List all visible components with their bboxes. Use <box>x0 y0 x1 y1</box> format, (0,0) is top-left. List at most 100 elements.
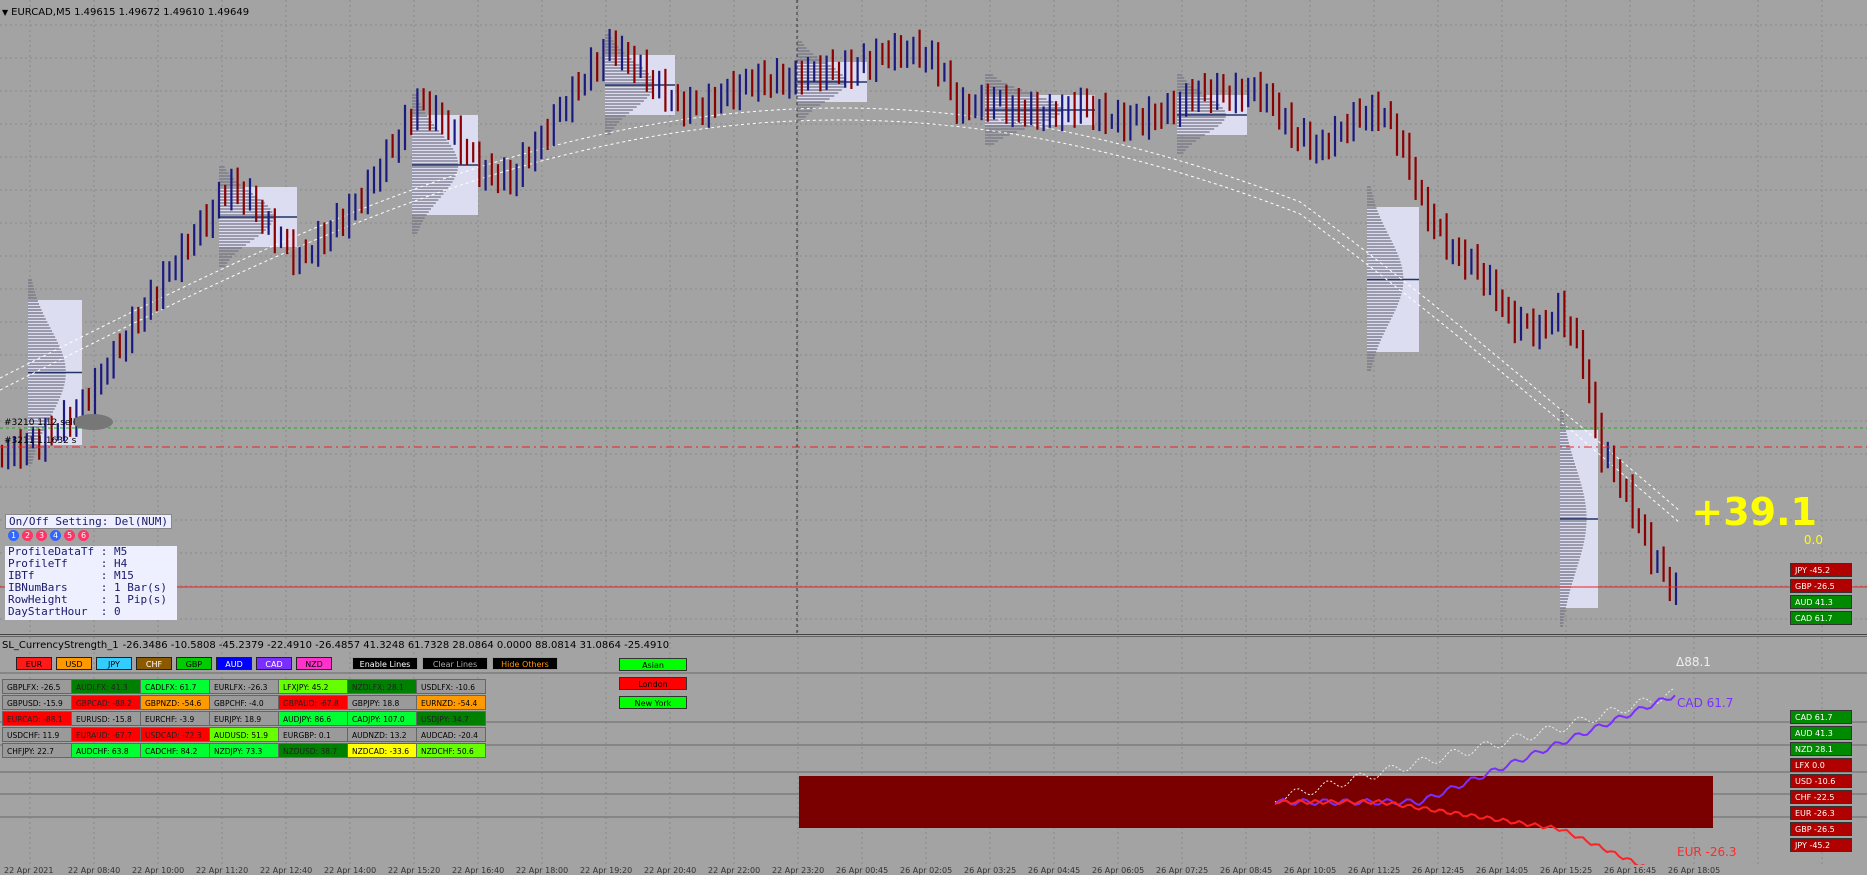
profile-dot-5[interactable]: 5 <box>64 530 75 541</box>
pair-cell[interactable]: GBPLFX: -26.5 <box>2 679 72 694</box>
pair-cell[interactable]: AUDLFX: 41.3 <box>71 679 141 694</box>
profile-dot-1[interactable]: 1 <box>8 530 19 541</box>
pair-cell[interactable]: AUDJPY: 86.6 <box>278 711 348 726</box>
time-axis: 22 Apr 2021 22 Apr 08:40 22 Apr 10:00 22 Ap… <box>0 866 1867 875</box>
control-button-2[interactable]: Hide Others <box>492 657 558 670</box>
pair-cell[interactable]: CADCHF: 84.2 <box>140 743 210 758</box>
pair-cell[interactable]: LFXJPY: 45.2 <box>278 679 348 694</box>
pair-cell[interactable]: CADLFX: 61.7 <box>140 679 210 694</box>
control-button-1[interactable]: Clear Lines <box>422 657 488 670</box>
pair-cell[interactable]: EURNZD: -54.4 <box>416 695 486 710</box>
pair-cell[interactable]: NZDCAD: -33.6 <box>347 743 417 758</box>
currency-button-eur[interactable]: EUR <box>16 657 52 670</box>
cad-line-label: CAD 61.7 <box>1677 696 1734 710</box>
pair-cell[interactable]: CADJPY: 107.0 <box>347 711 417 726</box>
sub-strength-box: JPY -45.2 <box>1790 838 1852 852</box>
indicator-name: SL_CurrencyStrength_1 <box>2 640 119 651</box>
time-label: 22 Apr 14:00 <box>324 866 377 875</box>
profile-dot-3[interactable]: 3 <box>36 530 47 541</box>
sub-strength-box: EUR -26.3 <box>1790 806 1852 820</box>
market-profiles <box>28 34 1598 627</box>
time-label: 26 Apr 00:45 <box>836 866 889 875</box>
currency-button-nzd[interactable]: NZD <box>296 657 332 670</box>
profile-dot-6[interactable]: 6 <box>78 530 89 541</box>
pair-cell[interactable]: CHFJPY: 22.7 <box>2 743 72 758</box>
setting-line: DayStartHour : 0 <box>8 605 121 618</box>
pair-cell[interactable]: EURJPY: 18.9 <box>209 711 279 726</box>
pair-cell[interactable]: EURAUD: -67.7 <box>71 727 141 742</box>
price-chart[interactable] <box>0 0 1867 634</box>
pair-cell[interactable]: USDCAD: -72.3 <box>140 727 210 742</box>
time-label: 26 Apr 18:05 <box>1668 866 1721 875</box>
currency-button-usd[interactable]: USD <box>56 657 92 670</box>
pair-cell[interactable]: NZDLFX: 28.1 <box>347 679 417 694</box>
pair-cell[interactable]: AUDCAD: -20.4 <box>416 727 486 742</box>
currency-button-chf[interactable]: CHF <box>136 657 172 670</box>
session-button-new-york[interactable]: New York <box>619 696 687 709</box>
price-bars <box>0 28 1678 605</box>
time-label: 26 Apr 16:45 <box>1604 866 1657 875</box>
pair-cell[interactable]: EURCAD: -88.1 <box>2 711 72 726</box>
pair-cell[interactable]: GBPAUD: -67.8 <box>278 695 348 710</box>
pair-cell[interactable]: AUDNZD: 13.2 <box>347 727 417 742</box>
profile-settings-panel: ProfileDataTf : M5 ProfileTf : H4 IBTf : M… <box>5 546 177 620</box>
pair-cell[interactable]: NZDCHF: 50.6 <box>416 743 486 758</box>
eur-line-label: EUR -26.3 <box>1677 845 1737 859</box>
time-label: 26 Apr 07:25 <box>1156 866 1209 875</box>
pair-cell[interactable]: AUDUSD: 51.9 <box>209 727 279 742</box>
pair-cell[interactable]: USDJPY: 34.7 <box>416 711 486 726</box>
session-button-asian[interactable]: Asian <box>619 658 687 671</box>
pair-cell[interactable]: EURUSD: -15.8 <box>71 711 141 726</box>
pair-cell[interactable]: USDCHF: 11.9 <box>2 727 72 742</box>
profit-sub-display: 0.0 <box>1803 533 1823 547</box>
time-label: 22 Apr 19:20 <box>580 866 633 875</box>
pair-cell[interactable]: AUDCHF: 63.8 <box>71 743 141 758</box>
profile-dot-4[interactable]: 4 <box>50 530 61 541</box>
pair-cell[interactable]: EURCHF: -3.9 <box>140 711 210 726</box>
pair-cell[interactable]: GBPCAD: -88.2 <box>71 695 141 710</box>
time-label: 26 Apr 14:05 <box>1476 866 1529 875</box>
strength-box: JPY -45.2 <box>1790 563 1852 577</box>
time-label: 26 Apr 15:25 <box>1540 866 1593 875</box>
time-label: 22 Apr 23:20 <box>772 866 825 875</box>
time-label: 22 Apr 18:00 <box>516 866 569 875</box>
order-label-1[interactable]: #3210 1.12 sell <box>4 418 75 428</box>
pair-cell[interactable]: GBPNZD: -54.6 <box>140 695 210 710</box>
strength-box: AUD 41.3 <box>1790 595 1852 609</box>
ma-line <box>0 107 1681 512</box>
time-label: 22 Apr 11:20 <box>196 866 249 875</box>
time-label: 26 Apr 02:05 <box>900 866 953 875</box>
time-label: 26 Apr 03:25 <box>964 866 1017 875</box>
pair-cell[interactable]: USDLFX: -10.6 <box>416 679 486 694</box>
time-label: 26 Apr 08:45 <box>1220 866 1273 875</box>
profile-dot-2[interactable]: 2 <box>22 530 33 541</box>
currency-button-aud[interactable]: AUD <box>216 657 252 670</box>
time-label: 26 Apr 04:45 <box>1028 866 1081 875</box>
profit-display: +39.1 <box>1691 490 1817 534</box>
pair-cell[interactable]: NZDJPY: 73.3 <box>209 743 279 758</box>
time-label: 26 Apr 12:45 <box>1412 866 1465 875</box>
pair-cell[interactable]: EURLFX: -26.3 <box>209 679 279 694</box>
strength-box: CAD 61.7 <box>1790 611 1852 625</box>
control-button-0[interactable]: Enable Lines <box>352 657 418 670</box>
symbol-title-text: EURCAD,M5 1.49615 1.49672 1.49610 1.4964… <box>11 7 250 18</box>
pair-cell[interactable]: GBPJPY: 18.8 <box>347 695 417 710</box>
currency-button-cad[interactable]: CAD <box>256 657 292 670</box>
strength-box: GBP -26.5 <box>1790 579 1852 593</box>
time-label: 22 Apr 20:40 <box>644 866 697 875</box>
pair-cell[interactable]: NZDUSD: 38.7 <box>278 743 348 758</box>
time-label: 26 Apr 10:05 <box>1284 866 1337 875</box>
order-label-2[interactable]: #3211 1.1632 s <box>4 436 76 446</box>
pair-cell[interactable]: EURGBP: 0.1 <box>278 727 348 742</box>
symbol-title: ▼ EURCAD,M5 1.49615 1.49672 1.49610 1.496… <box>2 7 249 18</box>
sub-strength-box: CHF -22.5 <box>1790 790 1852 804</box>
pair-cell[interactable]: GBPUSD: -15.9 <box>2 695 72 710</box>
currency-button-jpy[interactable]: JPY <box>96 657 132 670</box>
session-button-london[interactable]: London <box>619 677 687 690</box>
pane-divider[interactable] <box>0 634 1867 635</box>
dropdown-triangle-icon[interactable]: ▼ <box>2 8 8 17</box>
currency-button-gbp[interactable]: GBP <box>176 657 212 670</box>
sub-strength-box: CAD 61.7 <box>1790 710 1852 724</box>
delta-label: Δ88.1 <box>1676 655 1711 669</box>
pair-cell[interactable]: GBPCHF: -4.0 <box>209 695 279 710</box>
